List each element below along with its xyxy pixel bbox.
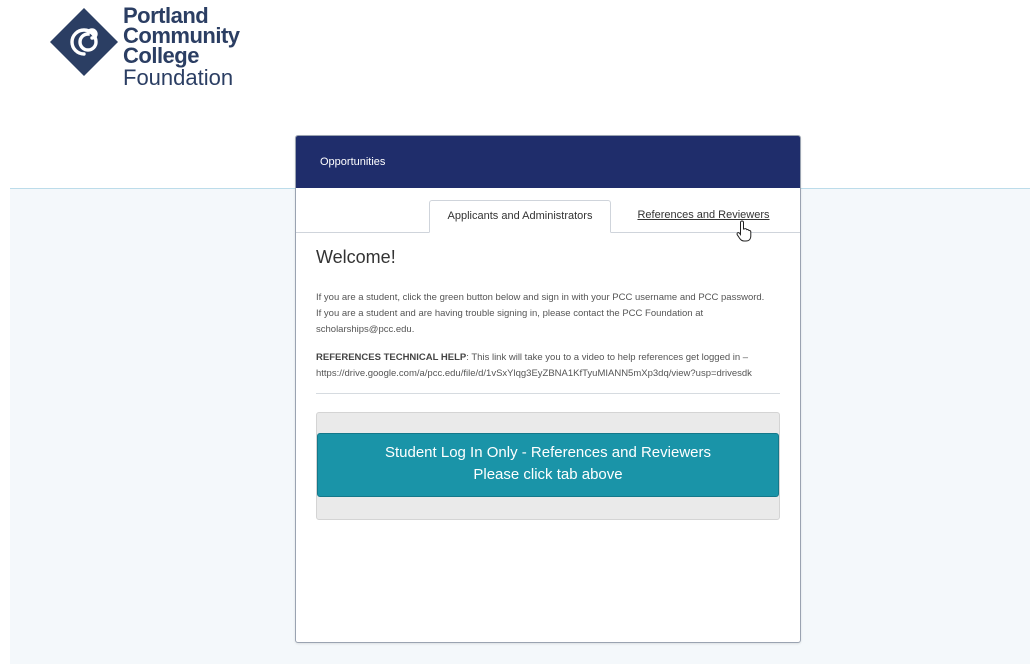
card-content: Welcome! If you are a student, click the… — [296, 247, 800, 520]
nav-opportunities[interactable]: Opportunities — [320, 156, 385, 168]
student-login-button[interactable]: Student Log In Only - References and Rev… — [317, 433, 779, 497]
top-navbar: Opportunities — [296, 136, 800, 188]
tab-bar: Applicants and Administrators References… — [296, 188, 800, 242]
hand-cursor-icon — [736, 220, 752, 242]
login-well: Student Log In Only - References and Rev… — [316, 412, 780, 520]
login-card: Opportunities Applicants and Administrat… — [295, 135, 801, 643]
references-help-text: REFERENCES TECHNICAL HELP: This link wil… — [316, 350, 780, 382]
logo-text: Portland Community College Foundation — [123, 5, 240, 90]
references-help-label: REFERENCES TECHNICAL HELP — [316, 352, 467, 363]
spiral-diamond-icon — [50, 8, 118, 76]
trouble-signing-in-text: If you are a student and are having trou… — [316, 308, 704, 335]
welcome-heading: Welcome! — [316, 247, 396, 267]
divider — [316, 393, 780, 394]
pcc-foundation-logo: Portland Community College Foundation — [48, 4, 288, 104]
logo-line-foundation: Foundation — [123, 65, 234, 90]
login-button-line1: Student Log In Only - References and Rev… — [384, 444, 711, 461]
tab-applicants-and-administrators[interactable]: Applicants and Administrators — [429, 200, 611, 233]
page: Portland Community College Foundation Op… — [0, 0, 1030, 664]
tab-references-and-reviewers[interactable]: References and Reviewers — [621, 200, 786, 231]
student-instructions: If you are a student, click the green bu… — [316, 292, 765, 303]
logo-line-college: College — [123, 43, 199, 68]
login-button-line2: Please click tab above — [473, 466, 623, 483]
